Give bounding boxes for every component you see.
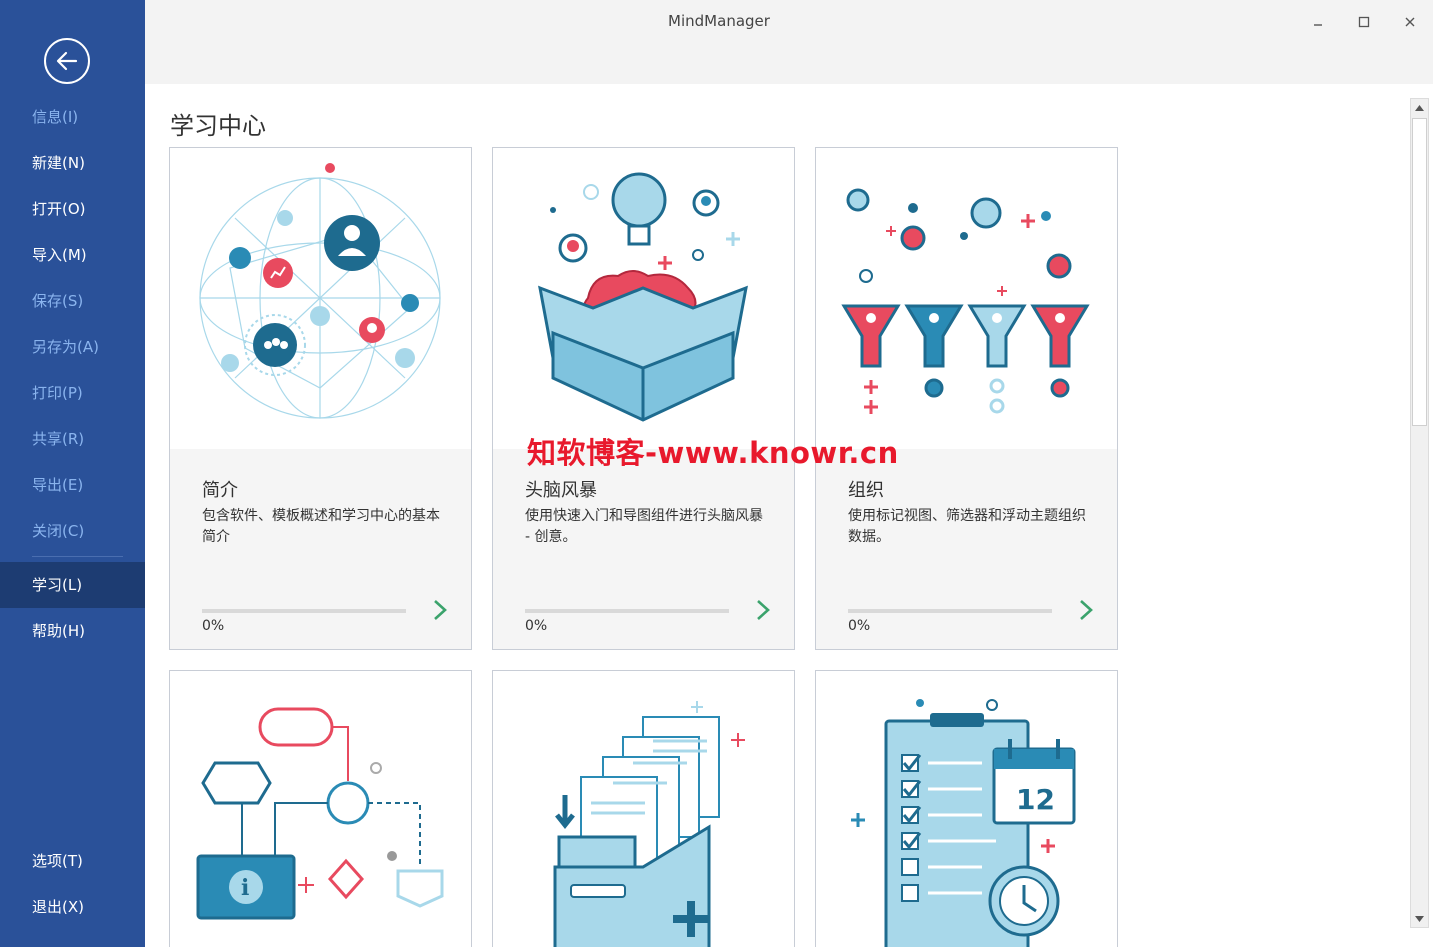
brainstorm-illustration (493, 148, 794, 449)
menu-item-exit[interactable]: 退出(X) (0, 884, 145, 930)
card-description: 包含软件、模板概述和学习中心的基本简介 (202, 508, 440, 545)
organize-illustration (816, 148, 1117, 449)
back-button[interactable] (44, 38, 90, 84)
card-title: 头脑风暴 (525, 480, 597, 501)
menu-item-close[interactable]: 关闭(C) (0, 508, 145, 554)
course-card-archive[interactable] (492, 670, 795, 947)
window-title: MindManager (668, 12, 770, 30)
menu-item-share[interactable]: 共享(R) (0, 416, 145, 462)
menu-item-info[interactable]: 信息(I) (0, 94, 145, 140)
card-title: 简介 (202, 480, 238, 501)
menu-item-new[interactable]: 新建(N) (0, 140, 145, 186)
menu-item-save[interactable]: 保存(S) (0, 278, 145, 324)
menu-item-help[interactable]: 帮助(H) (0, 608, 145, 654)
intro-illustration (170, 148, 471, 449)
triangle-up-icon (1415, 104, 1424, 111)
calendar-checklist-icon: 12 (851, 699, 1076, 947)
menu-item-save-as[interactable]: 另存为(A) (0, 324, 145, 370)
minimize-icon (1314, 24, 1322, 26)
progress-bar (202, 609, 406, 613)
menu-divider (32, 556, 123, 557)
scroll-up-button[interactable] (1411, 99, 1428, 116)
card-description: 使用标记视图、筛选器和浮动主题组织数据。 (848, 508, 1086, 545)
course-card-schedule[interactable]: 12 (815, 670, 1118, 947)
title-bar: MindManager (145, 0, 1433, 84)
course-card-flowchart[interactable]: i (169, 670, 472, 947)
progress-label: 0% (848, 618, 871, 634)
backstage-menu: 信息(I) 新建(N) 打开(O) 导入(M) 保存(S) 另存为(A) 打印(… (0, 94, 145, 654)
card-title: 组织 (848, 480, 884, 501)
triangle-down-icon (1415, 915, 1424, 922)
menu-item-learn[interactable]: 学习(L) (0, 562, 145, 608)
watermark: 知软博客-www.knowr.cn (527, 436, 899, 470)
menu-item-print[interactable]: 打印(P) (0, 370, 145, 416)
brain-box-icon (538, 172, 748, 422)
close-icon (1405, 17, 1415, 27)
menu-item-import[interactable]: 导入(M) (0, 232, 145, 278)
globe-network-icon (199, 163, 441, 419)
course-card-organize[interactable]: 组织 使用标记视图、筛选器和浮动主题组织数据。 0% (815, 147, 1118, 650)
maximize-icon (1358, 16, 1370, 28)
close-window-button[interactable] (1398, 10, 1422, 34)
card-description: 使用快速入门和导图组件进行头脑风暴 - 创意。 (525, 508, 763, 545)
chevron-right-icon[interactable] (753, 598, 773, 622)
svg-text:i: i (241, 875, 249, 901)
progress-bar (525, 609, 729, 613)
menu-item-export[interactable]: 导出(E) (0, 462, 145, 508)
page-title: 学习中心 (170, 112, 266, 140)
maximize-button[interactable] (1352, 10, 1376, 34)
progress-bar (848, 609, 1052, 613)
arrow-left-icon (56, 51, 78, 71)
progress-label: 0% (525, 618, 548, 634)
chevron-right-icon[interactable] (1076, 598, 1096, 622)
scroll-down-button[interactable] (1411, 910, 1428, 927)
course-card-brainstorm[interactable]: 头脑风暴 使用快速入门和导图组件进行头脑风暴 - 创意。 0% (492, 147, 795, 650)
funnel-icon (841, 188, 1090, 414)
minimize-button[interactable] (1306, 10, 1330, 34)
course-card-intro[interactable]: 简介 包含软件、模板概述和学习中心的基本简介 0% (169, 147, 472, 650)
calendar-date: 12 (1016, 783, 1055, 816)
chevron-right-icon[interactable] (430, 598, 450, 622)
vertical-scrollbar[interactable] (1410, 98, 1429, 928)
menu-item-open[interactable]: 打开(O) (0, 186, 145, 232)
menu-item-options[interactable]: 选项(T) (0, 838, 145, 884)
backstage-menu-bottom: 选项(T) 退出(X) (0, 838, 145, 930)
sidebar: 信息(I) 新建(N) 打开(O) 导入(M) 保存(S) 另存为(A) 打印(… (0, 0, 145, 947)
progress-label: 0% (202, 618, 225, 634)
scroll-thumb[interactable] (1412, 118, 1427, 426)
learning-center: 学习中心 简介 包含软件、模板概述和学习中心的基本简介 0% 头脑风暴 使用快速… (145, 84, 1433, 947)
flowchart-icon: i (196, 707, 444, 920)
file-box-icon (553, 701, 745, 947)
